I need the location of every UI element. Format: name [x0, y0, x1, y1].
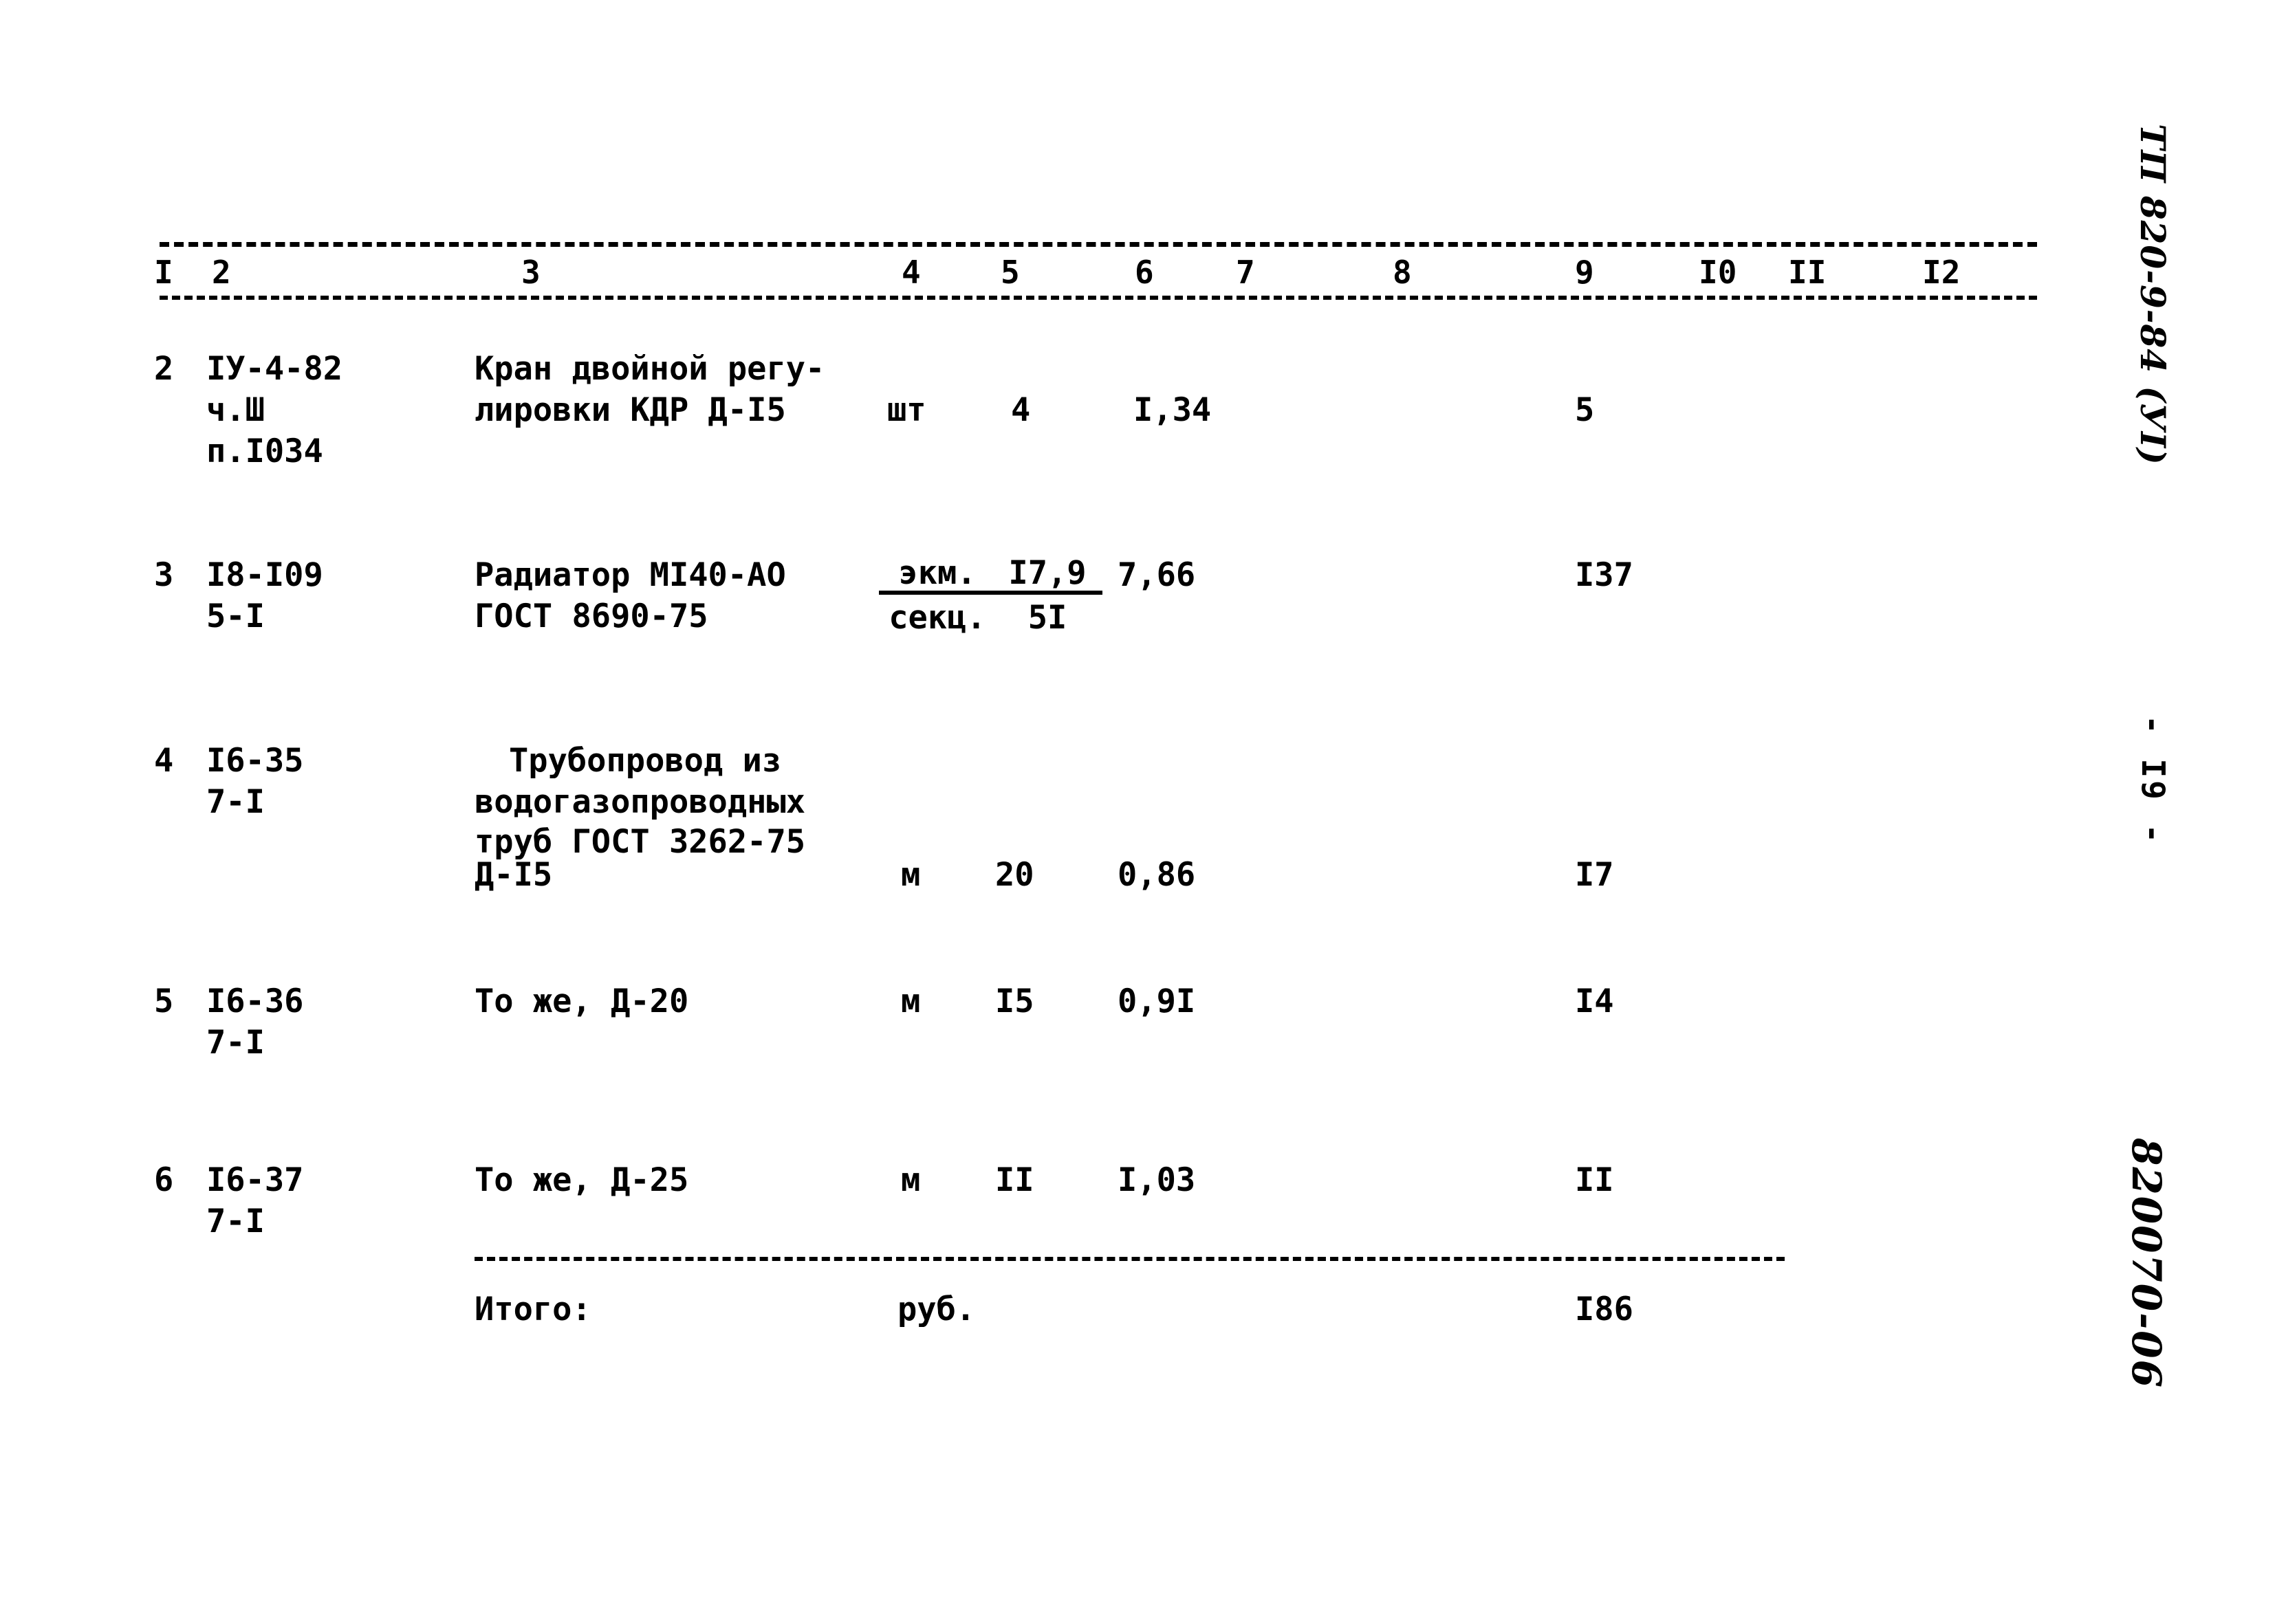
row-description-line: То же, Д-20 — [475, 983, 689, 1020]
row-description-line: водогазопроводных — [475, 783, 806, 821]
column-header-3: 3 — [521, 254, 541, 291]
row-description-line: Д-I5 — [475, 856, 553, 894]
row-price: I,34 — [1133, 391, 1212, 429]
row-description-line: Кран двойной регу- — [475, 350, 825, 388]
document-page: I 2 3 4 5 6 7 8 9 I0 II I2 2 IУ-4-82 ч.Ш… — [0, 0, 2275, 1624]
row-number: 6 — [154, 1161, 174, 1199]
row-quantity: 20 — [995, 856, 1034, 894]
row-number: 2 — [154, 350, 174, 388]
row-number: 4 — [154, 742, 174, 780]
table-top-rule — [160, 242, 2037, 247]
row-quantity: I5 — [995, 983, 1034, 1020]
row-total: I4 — [1575, 983, 1614, 1020]
row-code-line: I8-I09 — [206, 556, 323, 594]
summary-unit: руб. — [897, 1291, 976, 1328]
row-quantity-numerator: I7,9 — [992, 557, 1102, 595]
column-header-2: 2 — [212, 254, 231, 291]
column-header-4: 4 — [902, 254, 921, 291]
row-number: 3 — [154, 556, 174, 594]
row-unit: м — [901, 1161, 921, 1199]
row-unit-numerator: экм. — [879, 557, 996, 595]
column-header-10: I0 — [1699, 254, 1737, 291]
row-price: 0,86 — [1118, 856, 1196, 894]
column-header-8: 8 — [1393, 254, 1412, 291]
row-unit: шт — [887, 391, 926, 429]
row-total: 5 — [1575, 391, 1595, 429]
row-price: 7,66 — [1118, 556, 1196, 594]
row-quantity-denominator: 5I — [1027, 599, 1067, 637]
row-code-line: I6-36 — [206, 983, 304, 1020]
estimate-table: I 2 3 4 5 6 7 8 9 I0 II I2 2 IУ-4-82 ч.Ш… — [0, 0, 2275, 1624]
row-code-line: 7-I — [206, 783, 265, 821]
row-quantity: 4 — [1011, 391, 1031, 429]
row-price: I,03 — [1118, 1161, 1196, 1199]
summary-label: Итого: — [475, 1291, 591, 1328]
document-code-label: ТП 820-9-84 (УI) — [2133, 124, 2173, 465]
row-price: 0,9I — [1118, 983, 1196, 1020]
column-header-1: I — [154, 254, 173, 291]
row-total: I37 — [1575, 556, 1633, 594]
row-code-line: 7-I — [206, 1024, 265, 1062]
row-code-line: I6-35 — [206, 742, 304, 780]
row-quantity: II — [995, 1161, 1034, 1199]
row-description-line: лировки КДР Д-I5 — [475, 391, 786, 429]
row-description-line: То же, Д-25 — [475, 1161, 689, 1199]
column-header-7: 7 — [1236, 254, 1255, 291]
row-unit: м — [901, 856, 921, 894]
row-description-line: Трубопровод из — [509, 742, 782, 780]
row-quantity-fraction: I7,9 5I — [992, 557, 1102, 634]
summary-total: I86 — [1575, 1291, 1633, 1328]
summary-separator-rule — [475, 1257, 1785, 1261]
row-unit-denominator: секц. — [889, 599, 986, 637]
table-header-bottom-rule — [160, 296, 2037, 300]
row-code-line: 7-I — [206, 1203, 265, 1240]
column-header-12: I2 — [1922, 254, 1961, 291]
row-description-line: труб ГОСТ 3262-75 — [475, 823, 806, 861]
row-code-line: п.I034 — [206, 432, 323, 470]
row-number: 5 — [154, 983, 174, 1020]
row-code-line: 5-I — [206, 597, 265, 635]
row-total: I7 — [1575, 856, 1614, 894]
column-header-9: 9 — [1575, 254, 1594, 291]
archive-code-label: 820070-06 — [2123, 1138, 2170, 1389]
page-number-label: - I9 - — [2135, 715, 2172, 846]
row-description-line: ГОСТ 8690-75 — [475, 597, 708, 635]
row-unit: м — [901, 983, 921, 1020]
row-code-line: ч.Ш — [206, 391, 265, 429]
column-header-6: 6 — [1135, 254, 1154, 291]
row-total: II — [1575, 1161, 1614, 1199]
column-header-11: II — [1788, 254, 1827, 291]
row-code-line: IУ-4-82 — [206, 350, 343, 388]
row-description-line: Радиатор МI40-АО — [475, 556, 786, 594]
row-unit-fraction: экм. секц. — [879, 557, 996, 634]
row-code-line: I6-37 — [206, 1161, 304, 1199]
column-header-5: 5 — [1001, 254, 1020, 291]
